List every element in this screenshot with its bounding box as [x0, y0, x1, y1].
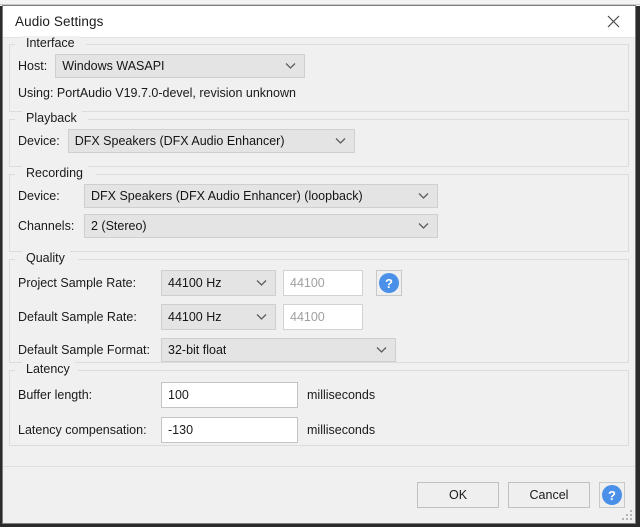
group-interface: Interface Host: Windows WASAPI Using: Po…: [9, 36, 629, 112]
row-default-sample-rate: Default Sample Rate: 44100 Hz 44100: [18, 303, 620, 331]
audio-settings-dialog: Audio Settings Interface Host: Windows W…: [2, 5, 636, 524]
group-playback: Playback Device: DFX Speakers (DFX Audio…: [9, 111, 629, 167]
group-latency: Latency Buffer length: 100 milliseconds …: [9, 362, 629, 446]
project-sample-rate-label: Project Sample Rate:: [18, 276, 137, 290]
footer-help-button[interactable]: ?: [599, 482, 625, 508]
row-host: Host: Windows WASAPI: [18, 54, 620, 78]
group-title-interface: Interface: [22, 36, 80, 50]
recording-device-select[interactable]: DFX Speakers (DFX Audio Enhancer) (loopb…: [84, 184, 438, 208]
buffer-length-input[interactable]: 100: [161, 381, 298, 408]
ok-button[interactable]: OK: [417, 482, 499, 508]
group-quality: Quality Project Sample Rate: 44100 Hz 44…: [9, 251, 629, 363]
default-sample-format-value: 32-bit float: [168, 343, 227, 357]
latency-compensation-label: Latency compensation:: [18, 422, 147, 437]
default-sample-rate-label: Default Sample Rate:: [18, 310, 137, 324]
project-sample-rate-input-value: 44100: [290, 276, 325, 290]
chevron-down-icon: [285, 63, 296, 69]
buffer-length-unit: milliseconds: [307, 387, 376, 402]
recording-device-value: DFX Speakers (DFX Audio Enhancer) (loopb…: [91, 189, 363, 203]
row-default-sample-format: Default Sample Format: 32-bit float: [18, 337, 620, 363]
playback-device-value: DFX Speakers (DFX Audio Enhancer): [74, 134, 285, 148]
chevron-down-icon: [418, 223, 429, 229]
latency-compensation-input[interactable]: -130: [161, 416, 298, 443]
row-playback-device: Device: DFX Speakers (DFX Audio Enhancer…: [18, 129, 620, 153]
chevron-down-icon: [256, 280, 267, 286]
row-buffer-length: Buffer length: 100 milliseconds: [18, 380, 620, 409]
title-bar: Audio Settings: [3, 6, 635, 38]
project-sample-rate-input[interactable]: 44100: [283, 270, 363, 296]
default-sample-rate-select[interactable]: 44100 Hz: [161, 304, 276, 330]
latency-compensation-value: -130: [168, 422, 194, 437]
host-select[interactable]: Windows WASAPI: [55, 54, 306, 78]
group-recording: Recording Device: DFX Speakers (DFX Audi…: [9, 166, 629, 252]
row-recording-channels: Channels: 2 (Stereo): [18, 214, 620, 238]
latency-compensation-unit: milliseconds: [307, 422, 376, 437]
default-sample-rate-value: 44100 Hz: [168, 310, 222, 324]
using-text: Using: PortAudio V19.7.0-devel, revision…: [18, 86, 296, 100]
row-recording-device: Device: DFX Speakers (DFX Audio Enhancer…: [18, 184, 620, 208]
chevron-down-icon: [376, 347, 387, 353]
quality-help-button[interactable]: ?: [376, 270, 402, 296]
host-select-value: Windows WASAPI: [62, 59, 165, 73]
buffer-length-label: Buffer length:: [18, 387, 93, 402]
group-title-recording: Recording: [22, 166, 88, 180]
recording-channels-value: 2 (Stereo): [91, 219, 147, 233]
resize-grip[interactable]: [620, 508, 632, 520]
default-sample-format-label: Default Sample Format:: [18, 343, 150, 357]
group-title-latency: Latency: [22, 362, 75, 376]
chevron-down-icon: [335, 138, 346, 144]
default-sample-format-select[interactable]: 32-bit float: [161, 338, 396, 362]
group-title-playback: Playback: [22, 111, 82, 125]
chevron-down-icon: [418, 193, 429, 199]
row-project-sample-rate: Project Sample Rate: 44100 Hz 44100 ?: [18, 269, 620, 297]
close-glyph: [607, 15, 619, 28]
close-icon[interactable]: [591, 6, 635, 37]
group-title-quality: Quality: [22, 251, 70, 265]
playback-device-select[interactable]: DFX Speakers (DFX Audio Enhancer): [67, 129, 355, 153]
recording-device-label: Device:: [18, 189, 60, 203]
default-sample-rate-input-value: 44100: [290, 310, 325, 324]
dialog-footer: OK Cancel ?: [3, 466, 635, 523]
recording-channels-label: Channels:: [18, 219, 75, 233]
playback-device-label: Device:: [18, 134, 60, 148]
help-icon: ?: [602, 485, 622, 505]
project-sample-rate-select[interactable]: 44100 Hz: [161, 270, 276, 296]
help-icon: ?: [379, 273, 399, 293]
host-label: Host:: [18, 59, 48, 73]
buffer-length-value: 100: [168, 387, 189, 402]
chevron-down-icon: [256, 314, 267, 320]
project-sample-rate-value: 44100 Hz: [168, 276, 222, 290]
window-title: Audio Settings: [15, 14, 104, 29]
dialog-body: Interface Host: Windows WASAPI Using: Po…: [3, 36, 635, 466]
cancel-button[interactable]: Cancel: [508, 482, 590, 508]
recording-channels-select[interactable]: 2 (Stereo): [84, 214, 438, 238]
default-sample-rate-input[interactable]: 44100: [283, 304, 363, 330]
row-latency-compensation: Latency compensation: -130 milliseconds: [18, 415, 620, 444]
